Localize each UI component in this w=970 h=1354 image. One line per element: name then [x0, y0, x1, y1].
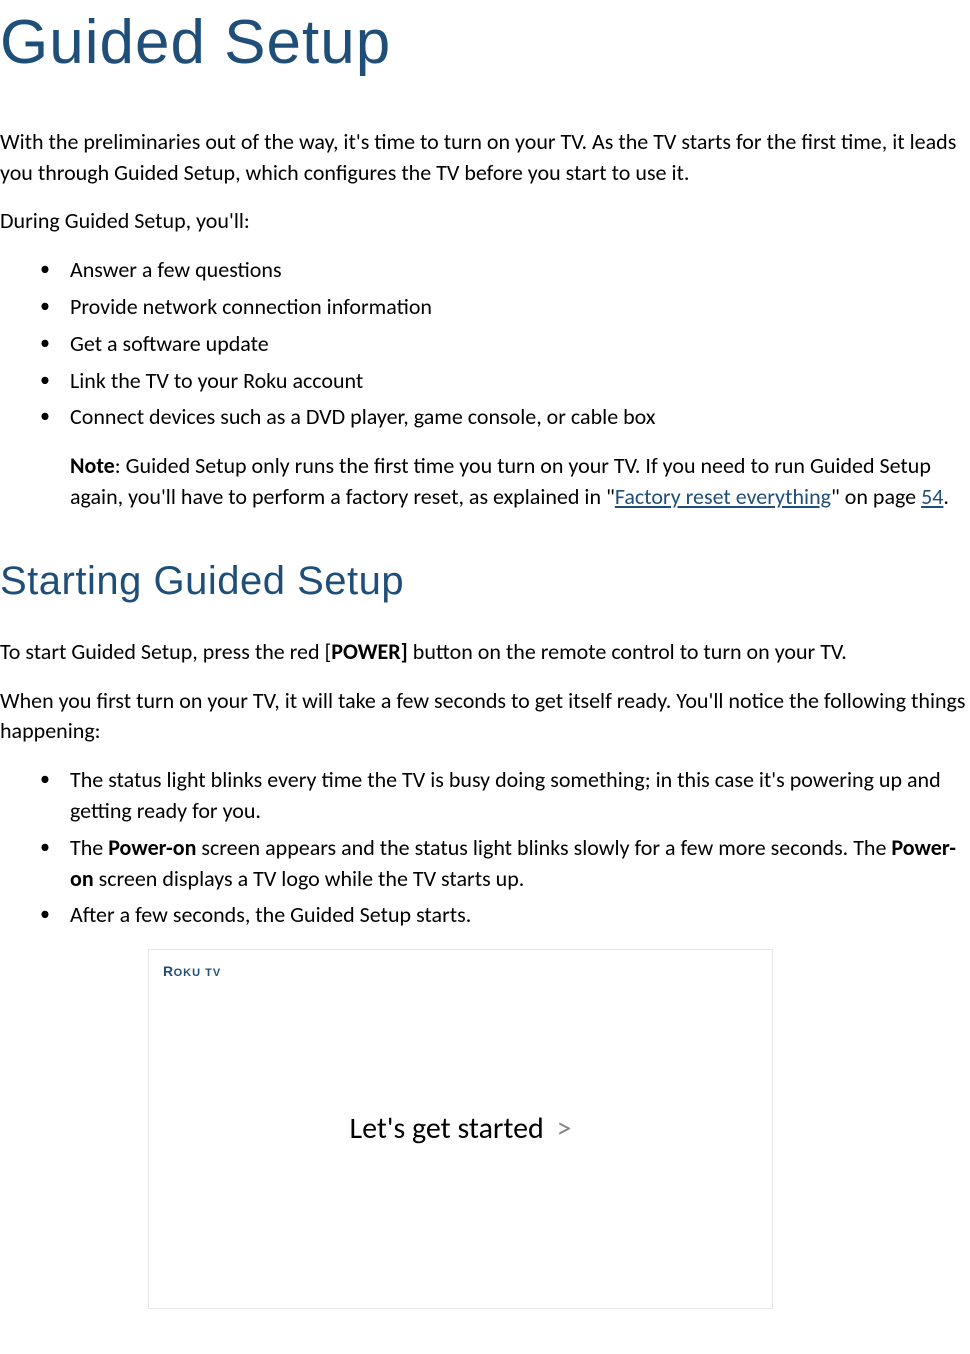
power-on-label: Power-on — [108, 834, 196, 861]
setup-screenshot: ROKU TV Let's get started > — [148, 949, 773, 1309]
list-item: The Power-on screen appears and the stat… — [70, 833, 970, 895]
logo-text: OKU TV — [174, 967, 222, 979]
list-item: The status light blinks every time the T… — [70, 765, 970, 827]
setup-steps-list: Answer a few questions Provide network c… — [0, 255, 970, 433]
section2-paragraph-1: To start Guided Setup, press the red [PO… — [0, 637, 970, 668]
page-title: Guided Setup — [0, 0, 970, 87]
list-item: After a few seconds, the Guided Setup st… — [70, 900, 970, 931]
section2-paragraph-2: When you first turn on your TV, it will … — [0, 686, 970, 748]
text: The — [70, 834, 108, 861]
list-item: Connect devices such as a DVD player, ga… — [70, 402, 970, 433]
intro-paragraph-2: During Guided Setup, you'll: — [0, 206, 970, 237]
prompt-text: Let's get started — [349, 1110, 550, 1147]
text: screen appears and the status light blin… — [196, 834, 891, 861]
factory-reset-link[interactable]: Factory reset everything — [615, 483, 831, 510]
section-title: Starting Guided Setup — [0, 553, 970, 609]
text: button on the remote control to turn on … — [408, 638, 847, 665]
get-started-prompt: Let's get started > — [349, 1108, 571, 1150]
list-item: Provide network connection information — [70, 292, 970, 323]
note-block: Note: Guided Setup only runs the first t… — [0, 451, 970, 513]
note-text: . — [943, 483, 949, 510]
note-text: " on page — [831, 483, 921, 510]
intro-paragraph-1: With the preliminaries out of the way, i… — [0, 127, 970, 189]
chevron-right-icon: > — [557, 1110, 572, 1147]
list-item: Get a software update — [70, 329, 970, 360]
roku-tv-logo: ROKU TV — [163, 962, 221, 982]
page-link[interactable]: 54 — [921, 483, 943, 510]
list-item: Answer a few questions — [70, 255, 970, 286]
text: screen displays a TV logo while the TV s… — [94, 865, 525, 892]
startup-behavior-list: The status light blinks every time the T… — [0, 765, 970, 931]
list-item: Link the TV to your Roku account — [70, 366, 970, 397]
note-label: Note — [70, 452, 115, 479]
text: To start Guided Setup, press the red [ — [0, 638, 331, 665]
logo-text: R — [163, 963, 174, 979]
power-button-label: POWER] — [331, 638, 408, 665]
